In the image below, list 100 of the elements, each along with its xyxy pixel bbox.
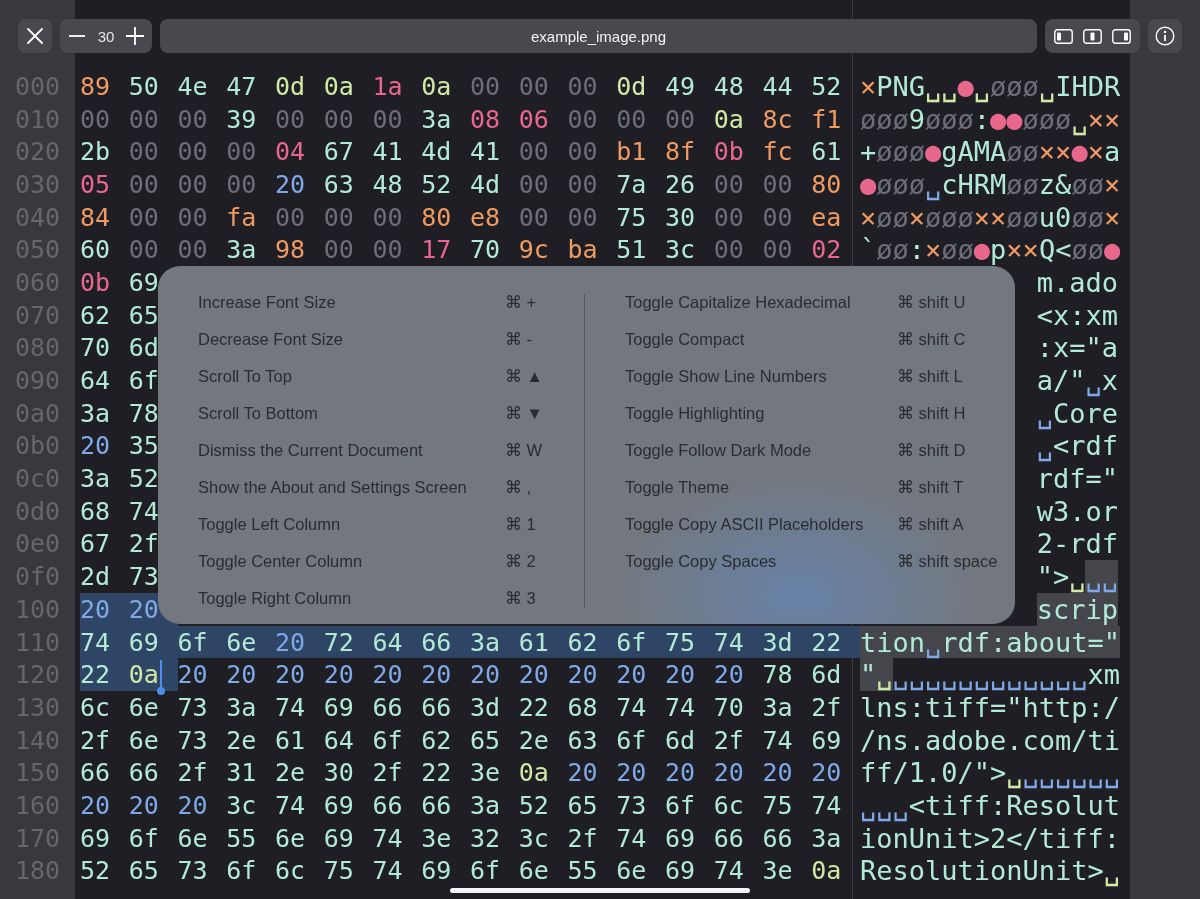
ascii-text: ResolutionUnit> — [860, 854, 1104, 888]
ascii-text: × — [860, 200, 877, 234]
hex-bytes: 0a — [811, 855, 843, 888]
shortcut-label: Toggle Right Column — [198, 589, 353, 608]
ascii-text: " — [860, 658, 877, 692]
hex-bytes: 35 — [128, 430, 160, 463]
ascii-text: ● — [1071, 136, 1088, 169]
shortcut-keys: ⌘ shift C — [897, 330, 966, 349]
hex-bytes: 49 48 44 52 — [665, 70, 843, 103]
shortcut-label: Toggle Center Column — [198, 552, 364, 571]
close-button[interactable] — [18, 19, 52, 53]
ascii-text: rdf:about=" — [941, 625, 1121, 659]
hex-bytes: 72 64 66 3a 61 62 6f 75 74 3d 22 — [323, 625, 861, 659]
ascii-text: ×× — [1006, 233, 1039, 267]
info-button[interactable] — [1148, 19, 1182, 53]
ascii-text: Core — [1052, 397, 1118, 430]
ascii-text: ● — [957, 70, 974, 102]
hex-bytes: 0d 0a — [275, 70, 355, 103]
shortcut-keys: ⌘ shift H — [897, 404, 966, 423]
center-column-icon — [1083, 28, 1102, 44]
hex-bytes: 80 e8 — [421, 201, 502, 234]
shortcut-keys: ⌘ + — [505, 293, 537, 312]
text-cursor[interactable] — [159, 660, 162, 692]
ascii-text: øø — [1071, 168, 1104, 201]
ascii-text: ␣ — [1038, 70, 1056, 103]
ascii-text: :x="a — [1036, 331, 1118, 365]
hex-bytes: fc — [762, 136, 794, 169]
shortcut-keys: ⌘ 1 — [505, 515, 536, 534]
ascii-text: 9 — [908, 102, 926, 136]
ascii-text: ␣␣ — [1085, 560, 1118, 593]
shortcut-label: Toggle Highlighting — [625, 404, 766, 423]
ascii-text: ␣ — [1036, 430, 1053, 463]
hex-bytes: 00 00 — [713, 234, 794, 267]
hex-bytes: 67 41 4d 41 — [323, 136, 502, 169]
shortcut-keys: ⌘ ▼ — [505, 404, 543, 423]
minus-icon — [69, 35, 85, 37]
ascii-text: cHRM — [941, 168, 1007, 201]
hex-bytes: 75 30 — [616, 201, 697, 234]
hex-bytes: 52 65 73 6f 6c 75 74 69 6f 6e 55 6e 69 74 3e — [80, 855, 794, 888]
hex-bytes: 00 00 00 — [80, 103, 209, 136]
hex-bytes: 0d — [616, 70, 648, 103]
ascii-text: m.ado — [1036, 266, 1118, 299]
hex-bytes: 02 — [811, 234, 843, 267]
hex-bytes: 74 69 6f 6e — [80, 625, 275, 659]
hex-bytes: 63 48 52 4d — [323, 168, 502, 201]
shortcut-label: Dismiss the Current Document — [198, 441, 424, 460]
ascii-text: a — [1103, 135, 1121, 169]
shortcut-keys: ⌘ shift D — [897, 441, 966, 460]
ascii-text: × — [908, 200, 926, 234]
left-column-icon — [1054, 28, 1073, 44]
ascii-text: øø — [1006, 135, 1039, 169]
hex-bytes: 0b — [713, 136, 745, 169]
ascii-text: ×× — [1038, 135, 1072, 169]
hex-bytes: 00 00 00 — [567, 103, 697, 136]
hex-bytes: 66 66 2f 31 2e 30 2f 22 3e — [80, 757, 502, 790]
hex-bytes: 00 00 — [323, 234, 404, 267]
hex-bytes: 1a — [372, 70, 404, 103]
hex-bytes: 00 00 — [518, 168, 599, 201]
hex-bytes: 6c 6e 73 3a 74 69 66 66 3d 22 68 74 74 70 3a 2f — [80, 691, 843, 724]
hex-bytes: 8c f1 — [762, 103, 843, 136]
ascii-text: ␣ — [925, 168, 942, 201]
ascii-text: rdf=" — [1036, 462, 1118, 495]
ascii-text: × — [1087, 135, 1104, 169]
ascii-text: ● — [973, 233, 991, 267]
ascii-text: : — [908, 233, 926, 267]
ascii-text: <tiff:Resolut — [908, 789, 1121, 822]
hex-bytes: 70 6d — [80, 332, 160, 365]
plus-icon — [126, 27, 144, 45]
hex-bytes: 51 3c — [616, 234, 697, 267]
hex-bytes: b1 8f — [616, 136, 697, 169]
hex-bytes: 20 — [80, 430, 112, 463]
ascii-text: ff/1.0/"> — [860, 756, 1007, 790]
hex-bytes: 00 00 — [713, 201, 794, 234]
ascii-text: 2-rdf — [1036, 527, 1118, 561]
ascii-text: øøø — [876, 135, 926, 169]
ascii-text: gAMA — [941, 135, 1007, 169]
hex-bytes: 80 — [811, 168, 843, 201]
hex-bytes: 7a 26 — [616, 168, 697, 201]
ascii-text: lns:tiff="http:/ — [860, 691, 1121, 724]
ascii-text: × — [925, 233, 942, 267]
hex-bytes: 70 — [470, 234, 502, 267]
ascii-text: IHDR — [1055, 70, 1121, 103]
ascii-text: ␣ — [973, 70, 991, 103]
shortcut-label: Decrease Font Size — [198, 330, 344, 349]
hex-bytes: 69 6f 6e 55 6e 69 74 3e 32 3c 2f 74 69 66 66 3a — [80, 822, 843, 855]
shortcut-keys: ⌘ ▲ — [505, 367, 543, 386]
ascii-text: ␣ — [1069, 560, 1086, 593]
hex-bytes: 78 6d — [762, 659, 843, 692]
hex-bytes: fa — [226, 201, 258, 234]
ascii-text: øøø — [876, 168, 926, 201]
ascii-text: u0 — [1038, 200, 1072, 234]
right-column-icon — [1112, 28, 1131, 44]
close-icon — [26, 27, 44, 45]
ascii-text: ␣ — [1006, 756, 1023, 790]
hex-bytes: 60 — [80, 234, 112, 267]
ascii-text: ×× — [973, 200, 1007, 234]
ascii-text: z& — [1038, 168, 1072, 201]
ascii-text: ␣ — [1036, 396, 1053, 430]
ascii-text: ␣ — [876, 658, 893, 692]
ascii-text: Q< — [1038, 233, 1072, 267]
